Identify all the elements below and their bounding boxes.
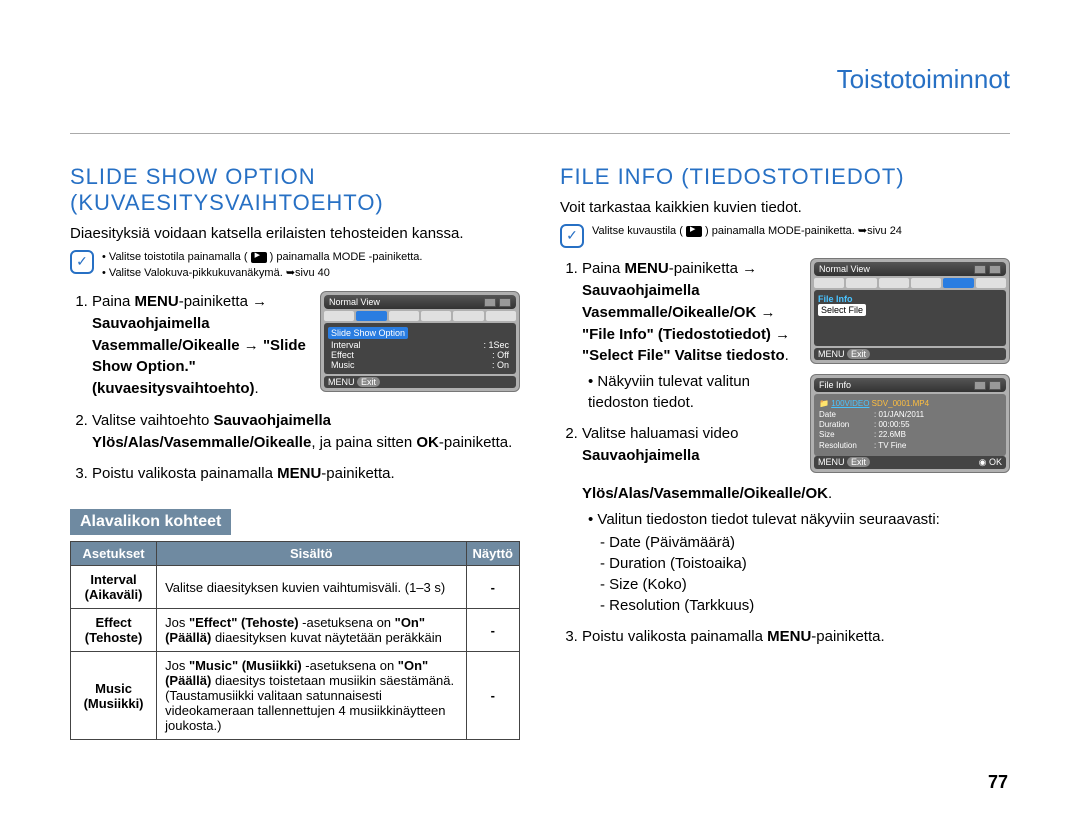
cam-view-label: Normal View bbox=[329, 297, 380, 307]
chapter-title: Toistotoiminnot bbox=[70, 64, 1010, 95]
cam-view-label: Normal View bbox=[819, 264, 870, 274]
content-columns: SLIDE SHOW OPTION (KUVAESITYSVAIHTOEHTO)… bbox=[70, 142, 1010, 740]
table-row: Music (Musiikki) Jos "Music" (Musiikki) … bbox=[71, 652, 520, 740]
right-note-text: Valitse kuvaustila ( ) painamalla MODE-p… bbox=[592, 224, 902, 239]
file-info-screens: Normal View File Info Select File MENU E… bbox=[810, 258, 1010, 483]
th-display: Näyttö bbox=[466, 542, 519, 566]
table-row: Effect (Tehoste) Jos "Effect" (Tehoste) … bbox=[71, 609, 520, 652]
opt-music-desc: Jos "Music" (Musiikki) -asetuksena on "O… bbox=[157, 652, 466, 740]
cam-status-icons bbox=[484, 298, 511, 307]
file-details-panel: 📁 100VIDEO SDV_0001.MP4 Date: 01/JAN/201… bbox=[814, 394, 1006, 456]
opt-interval-desc: Valitse diaesityksen kuvien vaihtumisväl… bbox=[157, 566, 466, 609]
left-step-2: Valitse vaihtoehto Sauvaohjaimella Ylös/… bbox=[92, 410, 520, 454]
manual-page: Toistotoiminnot SLIDE SHOW OPTION (KUVAE… bbox=[0, 0, 1080, 827]
right-step-2-sub: Valitun tiedoston tiedot tulevat näkyvii… bbox=[588, 509, 1010, 616]
submenu-heading: Alavalikon kohteet bbox=[70, 509, 231, 535]
playback-mode-icon bbox=[686, 226, 702, 237]
right-step-3: Poistu valikosta painamalla MENU-painike… bbox=[582, 626, 1010, 648]
opt-interval-disp: - bbox=[466, 566, 519, 609]
playback-mode-icon bbox=[251, 252, 267, 263]
cam-panel-slide: Normal View Slide Show Option Interval: … bbox=[320, 291, 520, 392]
cam-panel-fileinfo-details: File Info 📁 100VIDEO SDV_0001.MP4 Date: … bbox=[810, 374, 1010, 473]
cam-highlight-item: Slide Show Option bbox=[328, 327, 408, 339]
divider bbox=[70, 133, 1010, 134]
cam-status-icons bbox=[974, 265, 1001, 274]
cam-menu-box: Slide Show Option Interval: 1Sec Effect:… bbox=[324, 323, 516, 374]
cam-tab-strip bbox=[814, 278, 1006, 288]
opt-music: Music (Musiikki) bbox=[71, 652, 157, 740]
options-table: Asetukset Sisältö Näyttö Interval (Aikav… bbox=[70, 541, 520, 740]
right-column: FILE INFO (TIEDOSTOTIEDOT) Voit tarkasta… bbox=[560, 142, 1010, 740]
cam-status-icons bbox=[974, 381, 1001, 390]
left-heading: SLIDE SHOW OPTION (KUVAESITYSVAIHTOEHTO) bbox=[70, 164, 520, 216]
checkmark-icon: ✓ bbox=[70, 250, 94, 274]
page-number: 77 bbox=[988, 772, 1008, 793]
cam-tab-strip bbox=[324, 311, 516, 321]
right-intro: Voit tarkastaa kaikkien kuvien tiedot. bbox=[560, 198, 1010, 218]
th-content: Sisältö bbox=[157, 542, 466, 566]
left-note-2: Valitse Valokuva-pikkukuvanäkymä. ➥sivu … bbox=[102, 266, 422, 281]
left-note-list: Valitse toistotila painamalla ( ) painam… bbox=[102, 250, 422, 281]
opt-effect-disp: - bbox=[466, 609, 519, 652]
cam-fileinfo-label: File Info bbox=[819, 380, 851, 390]
left-intro: Diaesityksiä voidaan katsella erilaisten… bbox=[70, 224, 520, 244]
cam-menu-box: File Info Select File bbox=[814, 290, 1006, 346]
left-column: SLIDE SHOW OPTION (KUVAESITYSVAIHTOEHTO)… bbox=[70, 142, 520, 740]
table-row: Interval (Aikaväli) Valitse diaesityksen… bbox=[71, 566, 520, 609]
opt-effect-desc: Jos "Effect" (Tehoste) -asetuksena on "O… bbox=[157, 609, 466, 652]
opt-effect: Effect (Tehoste) bbox=[71, 609, 157, 652]
left-step-3: Poistu valikosta painamalla MENU-painike… bbox=[92, 463, 520, 485]
table-header-row: Asetukset Sisältö Näyttö bbox=[71, 542, 520, 566]
right-heading: FILE INFO (TIEDOSTOTIEDOT) bbox=[560, 164, 1010, 190]
slide-show-screen-mock: Normal View Slide Show Option Interval: … bbox=[320, 291, 520, 402]
left-note-1: Valitse toistotila painamalla ( ) painam… bbox=[102, 250, 422, 265]
opt-music-disp: - bbox=[466, 652, 519, 740]
th-setting: Asetukset bbox=[71, 542, 157, 566]
cam-panel-fileinfo-menu: Normal View File Info Select File MENU E… bbox=[810, 258, 1010, 364]
right-precondition-note: ✓ Valitse kuvaustila ( ) painamalla MODE… bbox=[560, 224, 1010, 248]
checkmark-icon: ✓ bbox=[560, 224, 584, 248]
left-precondition-note: ✓ Valitse toistotila painamalla ( ) pain… bbox=[70, 250, 520, 281]
opt-interval: Interval (Aikaväli) bbox=[71, 566, 157, 609]
